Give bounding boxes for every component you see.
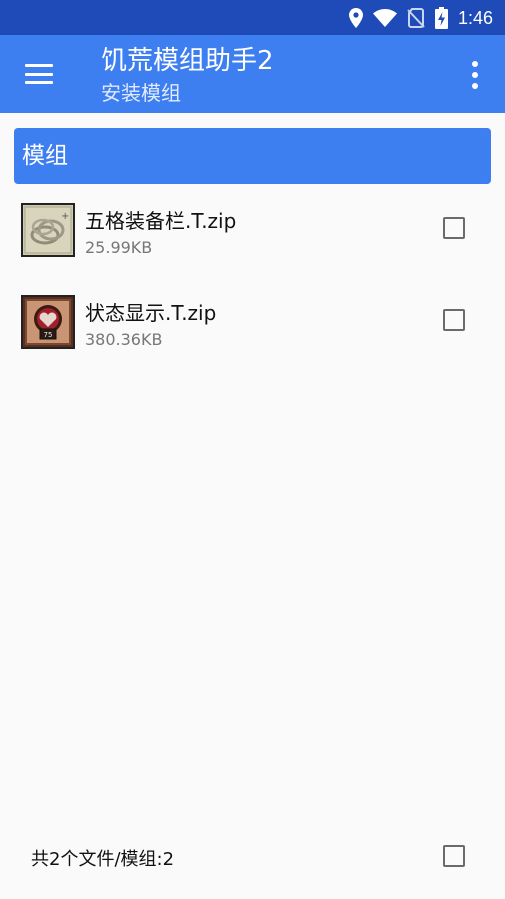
- svg-text:75: 75: [44, 331, 53, 339]
- status-time: 1:46: [457, 7, 493, 28]
- status-bar: 1:46: [0, 0, 505, 35]
- footer-summary: 共2个文件/模组:2: [31, 849, 175, 870]
- file-list-item[interactable]: 75 状态显示.T.zip 380.36KB: [0, 295, 505, 375]
- app-title: 饥荒模组助手2: [101, 46, 274, 76]
- app-subtitle: 安装模组: [101, 81, 181, 105]
- section-header-mods: 模组: [14, 128, 491, 184]
- file-list-item[interactable]: + 五格装备栏.T.zip 25.99KB: [0, 203, 505, 283]
- file-name: 状态显示.T.zip: [85, 301, 217, 325]
- file-size: 380.36KB: [85, 330, 163, 349]
- wifi-icon: [372, 9, 397, 27]
- hamburger-menu-icon[interactable]: [25, 62, 53, 86]
- more-vert-icon[interactable]: [467, 59, 483, 91]
- no-sim-icon: [407, 8, 425, 28]
- select-all-checkbox[interactable]: [443, 845, 465, 867]
- equipment-slots-thumbnail: +: [21, 203, 75, 257]
- status-icons: 1:46: [348, 7, 493, 29]
- file-size: 25.99KB: [85, 238, 153, 257]
- file-checkbox[interactable]: [443, 217, 465, 239]
- svg-text:+: +: [61, 211, 69, 222]
- file-checkbox[interactable]: [443, 309, 465, 331]
- file-name: 五格装备栏.T.zip: [85, 209, 237, 233]
- status-display-thumbnail: 75: [21, 295, 75, 349]
- app-bar: 饥荒模组助手2 安装模组: [0, 35, 505, 113]
- location-icon: [348, 8, 363, 28]
- battery-charging-icon: [434, 7, 448, 29]
